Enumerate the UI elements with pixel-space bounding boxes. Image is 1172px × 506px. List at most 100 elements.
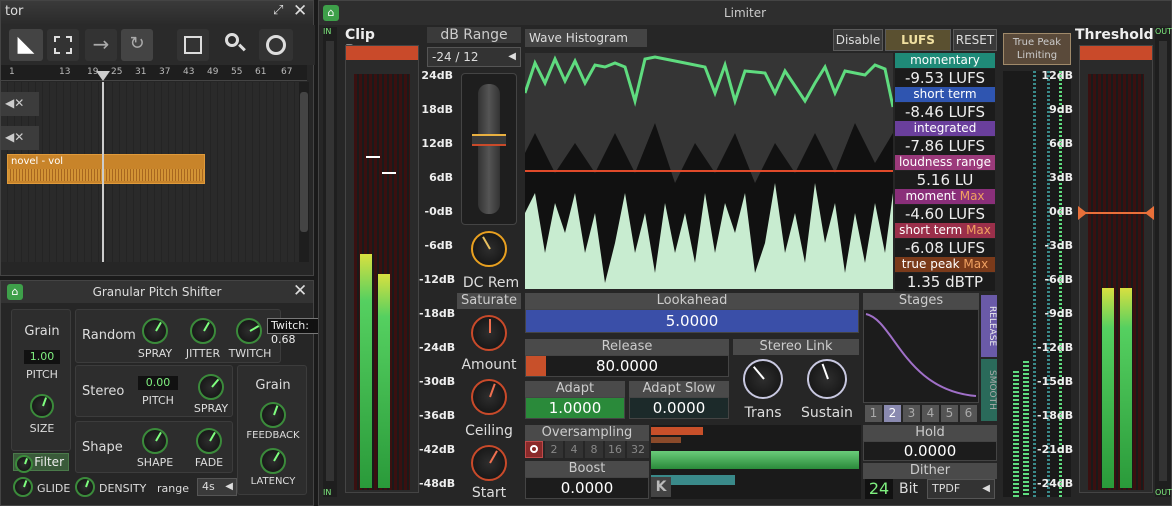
trans-knob[interactable] [743,359,783,399]
disable-button[interactable]: Disable [833,29,883,51]
dither-bits-value[interactable]: 24 [865,479,893,499]
add-track-button[interactable] [177,29,209,61]
dc-rem-knob[interactable] [471,231,507,267]
twitch-knob[interactable] [236,318,262,344]
playhead[interactable] [102,82,104,262]
arrow-right-button[interactable]: → [85,29,117,61]
db-scale-tick: 6dB [429,171,453,184]
maximize-icon[interactable]: ⤢ [273,3,283,18]
range-value: 4s [202,480,215,493]
close-icon[interactable]: ✕ [293,1,307,21]
dither-type-select[interactable]: TPDF ◀ [927,479,995,499]
select-tool-button[interactable] [47,29,79,61]
fader-handle[interactable] [472,134,506,146]
lookahead-slider[interactable]: 5.0000 [525,309,859,333]
density-knob[interactable] [75,477,95,497]
mute-icon[interactable]: ◀✕ [5,96,24,110]
oversampling-header: Oversampling [525,425,649,441]
track-area[interactable]: ◀✕ ◀✕ novel - vol [1,82,299,262]
feedback-knob[interactable] [260,402,286,428]
oversampling-4-button[interactable]: 4 [565,441,583,458]
threshold-meter-track [1088,74,1144,490]
vertical-scrollbar[interactable] [299,82,309,262]
lufs-label: moment Max [895,189,995,204]
zoom-button[interactable] [259,29,293,61]
track-row[interactable]: ◀✕ [1,126,39,150]
jitter-knob[interactable] [190,318,216,344]
release-slider[interactable]: 80.0000 [525,355,729,377]
amount-knob[interactable] [471,315,507,351]
granular-title: Granular Pitch Shifter [92,285,222,299]
bit-label: Bit [899,481,918,497]
shape-knob[interactable] [142,428,168,454]
ceiling-knob[interactable] [471,379,507,415]
chevron-left-icon: ◀ [508,51,516,62]
filter-knob[interactable] [15,455,33,473]
size-knob[interactable] [30,394,54,418]
lufs-info-button[interactable]: LUFS info [885,29,951,67]
sustain-knob[interactable] [807,359,847,399]
oversampling-8-button[interactable]: 8 [585,441,603,458]
lufs-integrated: integrated -7.86 LUFS [895,121,995,155]
fade-knob[interactable] [196,428,222,454]
lufs-short-term: short term -8.46 LUFS [895,87,995,121]
input-fader[interactable] [461,73,517,225]
k-system-button[interactable]: K [651,477,671,497]
stage-2-button[interactable]: 2 [884,405,901,422]
adapt-slider[interactable]: 1.0000 [525,397,625,419]
oversampling-off-button[interactable] [525,441,543,458]
out-bottom-label: OUT [1155,488,1172,497]
close-icon[interactable]: ✕ [293,281,307,301]
boost-slider[interactable]: 0.0000 [525,477,649,499]
grain-feedback-panel: Grain FEEDBACK LATENCY [237,365,307,495]
dc-rem-label: DC Rem [462,275,520,291]
reset-button[interactable]: RESET [953,29,997,51]
true-peak-button[interactable]: True Peak Limiting [1003,33,1071,65]
playhead-marker[interactable] [96,71,110,81]
pitch-value[interactable]: 1.00 [24,350,60,364]
stereo-pitch-label: PITCH [142,394,174,407]
adapt-slow-slider[interactable]: 0.0000 [629,397,729,419]
lufs-label: momentary [895,53,995,68]
latency-knob[interactable] [260,448,286,474]
track-row[interactable]: ◀✕ [1,92,39,116]
clip-top-bar [346,46,418,60]
editor-titlebar: tor ⤢ ✕ [1,1,313,25]
clip-waveform [8,169,204,181]
threshold-scale-tick: -24dB [1037,477,1074,490]
db-range-select[interactable]: -24 / 12 ◀ [427,47,521,67]
threshold-meter[interactable] [1078,45,1154,493]
stereo-spray-knob[interactable] [198,374,224,400]
timeline-ruler[interactable]: 1 13 19 25 31 37 43 49 55 61 67 [1,65,307,81]
oversampling-2-button[interactable]: 2 [545,441,563,458]
stereo-pitch-value[interactable]: 0.00 [138,376,178,390]
ruler-tick: 61 [255,67,267,77]
stage-1-button[interactable]: 1 [865,405,882,422]
threshold-top-bar [1080,46,1152,60]
loop-button[interactable]: ↻ [121,29,153,61]
stage-4-button[interactable]: 4 [922,405,939,422]
stage-5-button[interactable]: 5 [941,405,958,422]
range-select[interactable]: 4s ◀ [197,478,237,496]
hold-slider[interactable]: 0.0000 [863,441,997,461]
clip-range-meter[interactable] [345,45,419,493]
threshold-handle-left[interactable] [1078,206,1087,220]
lufs-label: integrated [895,121,995,136]
editor-title: tor [5,4,24,19]
db-scale: 24dB 18dB 12dB 6dB -0dB -6dB -12dB -18dB… [419,67,457,497]
start-knob[interactable] [471,445,507,481]
oversampling-16-button[interactable]: 16 [605,441,625,458]
db-scale-tick: -6dB [424,239,453,252]
draw-tool-button[interactable]: ◣ [9,29,43,61]
spray-knob[interactable] [142,318,168,344]
release-side-label: RELEASE [981,295,997,357]
glide-knob[interactable] [13,477,33,497]
search-icon[interactable] [223,31,247,55]
stage-6-button[interactable]: 6 [960,405,977,422]
stage-3-button[interactable]: 3 [903,405,920,422]
threshold-handle-right[interactable] [1145,206,1154,220]
stereo-spray-label: SPRAY [193,402,229,415]
oversampling-32-button[interactable]: 32 [627,441,649,458]
mute-icon[interactable]: ◀✕ [5,130,24,144]
automation-clip[interactable]: novel - vol [7,154,205,184]
